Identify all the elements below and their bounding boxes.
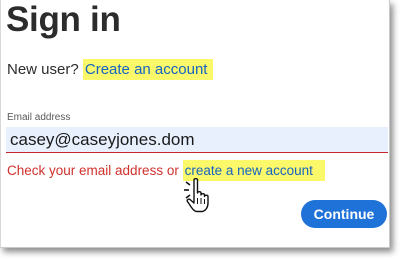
email-label: Email address — [7, 112, 71, 123]
continue-button[interactable]: Continue — [301, 200, 387, 228]
create-account-link[interactable]: Create an account — [85, 61, 208, 78]
page-title: Sign in — [6, 0, 121, 39]
error-text: Check your email address or — [7, 163, 179, 178]
email-field[interactable] — [6, 127, 388, 153]
signin-card: Sign in New user? Create an account Emai… — [0, 0, 390, 248]
email-error-message: Check your email address or create a new… — [7, 160, 325, 182]
new-user-row: New user? Create an account — [7, 59, 214, 81]
new-user-text: New user? — [7, 61, 79, 78]
hand-pointer-icon — [184, 177, 209, 213]
create-account-highlight: Create an account — [82, 59, 214, 80]
